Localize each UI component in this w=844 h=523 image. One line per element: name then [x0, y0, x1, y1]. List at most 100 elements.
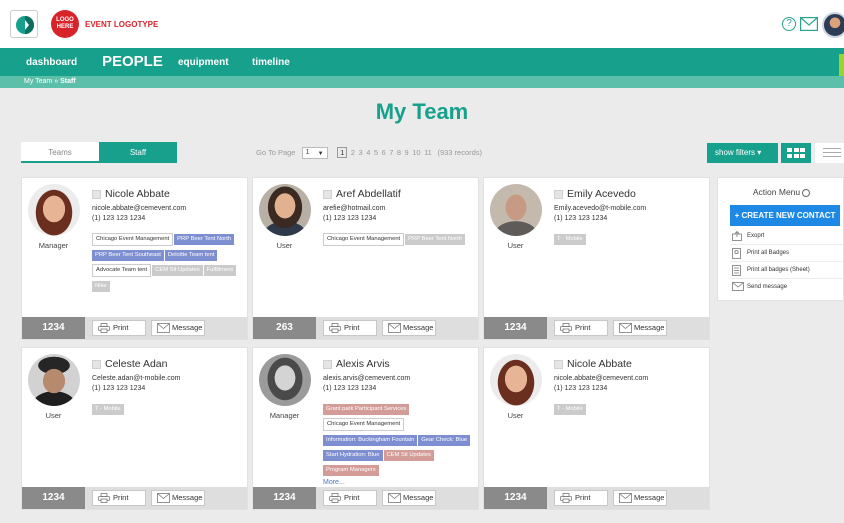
team-tag[interactable]: T - Mobile — [554, 404, 586, 415]
nav-equipment[interactable]: equipment — [178, 57, 229, 68]
create-new-contact-button[interactable]: + CREATE NEW CONTACT — [730, 205, 840, 226]
message-button[interactable]: Message — [382, 490, 436, 506]
tag-list: Chicago Event Management PRP Beer Tent No… — [323, 233, 477, 249]
contact-role: User — [276, 241, 293, 250]
print-button[interactable]: Print — [92, 490, 146, 506]
mail-icon — [157, 493, 170, 503]
badge-number: 263 — [253, 317, 316, 339]
printer-icon — [560, 493, 572, 503]
contact-phone: (1) 123 123 1234 — [323, 385, 377, 392]
team-tag[interactable]: Chicago Event Management — [92, 233, 174, 246]
team-tag[interactable]: PRP Beer Tent Southeast — [92, 250, 164, 261]
print-button[interactable]: Print — [323, 320, 377, 336]
team-tag[interactable]: Deloitte Team tent — [164, 250, 218, 261]
select-checkbox[interactable] — [323, 360, 332, 369]
tab-staff[interactable]: Staff — [99, 142, 177, 163]
app-logo-icon[interactable] — [10, 10, 38, 38]
print-button[interactable]: Print — [554, 490, 608, 506]
team-tag[interactable]: Start Hydration: Blue — [323, 450, 383, 461]
mail-icon — [388, 323, 401, 333]
contact-email: arefie@hotmail.com — [323, 205, 386, 212]
nav-dashboard[interactable]: dashboard — [26, 57, 77, 68]
breadcrumb-parent[interactable]: My Team — [24, 78, 52, 85]
contact-card[interactable]: User Nicole Abbate nicole.abbate@cemevent.… — [483, 347, 710, 510]
message-button[interactable]: Message — [613, 490, 667, 506]
team-tag[interactable]: Gear Check: Blue — [418, 435, 471, 446]
send-message-action[interactable]: Send message — [730, 280, 843, 296]
mail-icon[interactable] — [800, 17, 818, 31]
team-tag[interactable]: T - Mobile — [92, 404, 124, 415]
message-button[interactable]: Message — [151, 320, 205, 336]
print-all-badges-action[interactable]: Print all Badges — [730, 246, 843, 262]
select-checkbox[interactable] — [554, 190, 563, 199]
contact-name[interactable]: Celeste Adan — [105, 358, 167, 370]
team-tag[interactable]: Advocate Team tent — [92, 264, 152, 277]
page-link-6[interactable]: 6 — [382, 148, 386, 157]
printer-icon — [98, 493, 110, 503]
team-tag[interactable]: PRP Beer Tent North — [405, 234, 466, 245]
contact-name[interactable]: Nicole Abbate — [105, 188, 170, 200]
team-tag[interactable]: CEM Sit Updates — [152, 265, 203, 276]
chevron-down-icon: ▾ — [757, 148, 762, 157]
page-link-2[interactable]: 2 — [351, 148, 355, 157]
print-button[interactable]: Print — [323, 490, 377, 506]
page-link-11[interactable]: 11 — [424, 148, 432, 157]
contact-name[interactable]: Alexis Arvis — [336, 358, 390, 370]
export-action[interactable]: Exoprt — [730, 229, 843, 245]
team-tag[interactable]: Fulfillment — [203, 265, 237, 276]
contact-card[interactable]: User Emily Acevedo Emily.acevedo@t-mobile.… — [483, 177, 710, 340]
message-button[interactable]: Message — [151, 490, 205, 506]
print-button[interactable]: Print — [554, 320, 608, 336]
nav-people[interactable]: PEOPLE — [102, 53, 163, 70]
contact-card[interactable]: Manager Nicole Abbate nicole.abbate@cemeve… — [21, 177, 248, 340]
breadcrumb: My Team » Staff — [24, 78, 76, 85]
team-tag[interactable]: Program Managers — [323, 465, 379, 476]
message-button[interactable]: Message — [613, 320, 667, 336]
tag-list: Chicago Event Management PRP Beer Tent No… — [92, 233, 246, 295]
team-tag[interactable]: Chicago Event Management — [323, 418, 405, 431]
select-checkbox[interactable] — [92, 190, 101, 199]
tab-teams[interactable]: Teams — [21, 142, 99, 163]
select-checkbox[interactable] — [92, 360, 101, 369]
team-tag[interactable]: Nike — [92, 281, 110, 292]
team-tag[interactable]: Grant park Participant Services — [323, 404, 410, 415]
contact-card[interactable]: Manager Alexis Arvis alexis.arvis@cemevent… — [252, 347, 479, 510]
mail-icon — [388, 493, 401, 503]
show-filters-button[interactable]: show filters ▾ — [707, 143, 778, 163]
page-link-7[interactable]: 7 — [389, 148, 393, 157]
more-tags-link[interactable]: More... — [323, 479, 477, 486]
page-link-4[interactable]: 4 — [366, 148, 370, 157]
team-tag[interactable]: T - Mobile — [554, 234, 586, 245]
contact-name[interactable]: Aref Abdellatif — [336, 188, 401, 200]
user-avatar[interactable] — [822, 12, 844, 38]
page-link-10[interactable]: 10 — [412, 148, 420, 157]
contact-role: Manager — [269, 411, 300, 420]
contact-card[interactable]: User Aref Abdellatif arefie@hotmail.com (1)… — [252, 177, 479, 340]
print-button[interactable]: Print — [92, 320, 146, 336]
contact-card[interactable]: User Celeste Adan Celeste.adan@t-mobile.co… — [21, 347, 248, 510]
gear-icon[interactable] — [802, 188, 811, 197]
list-view-icon[interactable] — [815, 143, 844, 163]
grid-view-icon[interactable] — [781, 143, 811, 163]
team-tag[interactable]: CEM Sit Updates — [383, 450, 434, 461]
contact-name[interactable]: Nicole Abbate — [567, 358, 632, 370]
team-tag[interactable]: Chicago Event Management — [323, 233, 405, 246]
contact-name[interactable]: Emily Acevedo — [567, 188, 636, 200]
help-icon[interactable]: ? — [782, 17, 796, 31]
mail-icon — [619, 493, 632, 503]
print-all-badges-sheet-action[interactable]: Print all badges (Sheet) — [730, 263, 843, 279]
contact-role: User — [45, 411, 62, 420]
page-link-1[interactable]: 1 — [337, 147, 348, 158]
nav-timeline[interactable]: timeline — [252, 57, 290, 68]
team-tag[interactable]: Information: Buckingham Fountain — [323, 435, 418, 446]
page-select[interactable]: 1 ▼ — [301, 147, 328, 160]
select-checkbox[interactable] — [554, 360, 563, 369]
message-button[interactable]: Message — [382, 320, 436, 336]
page-link-5[interactable]: 5 — [374, 148, 378, 157]
team-tag[interactable]: PRP Beer Tent North — [174, 234, 235, 245]
main-nav: dashboard PEOPLE equipment timeline — [0, 48, 844, 76]
page-link-8[interactable]: 8 — [397, 148, 401, 157]
select-checkbox[interactable] — [323, 190, 332, 199]
page-link-9[interactable]: 9 — [405, 148, 409, 157]
page-link-3[interactable]: 3 — [359, 148, 363, 157]
